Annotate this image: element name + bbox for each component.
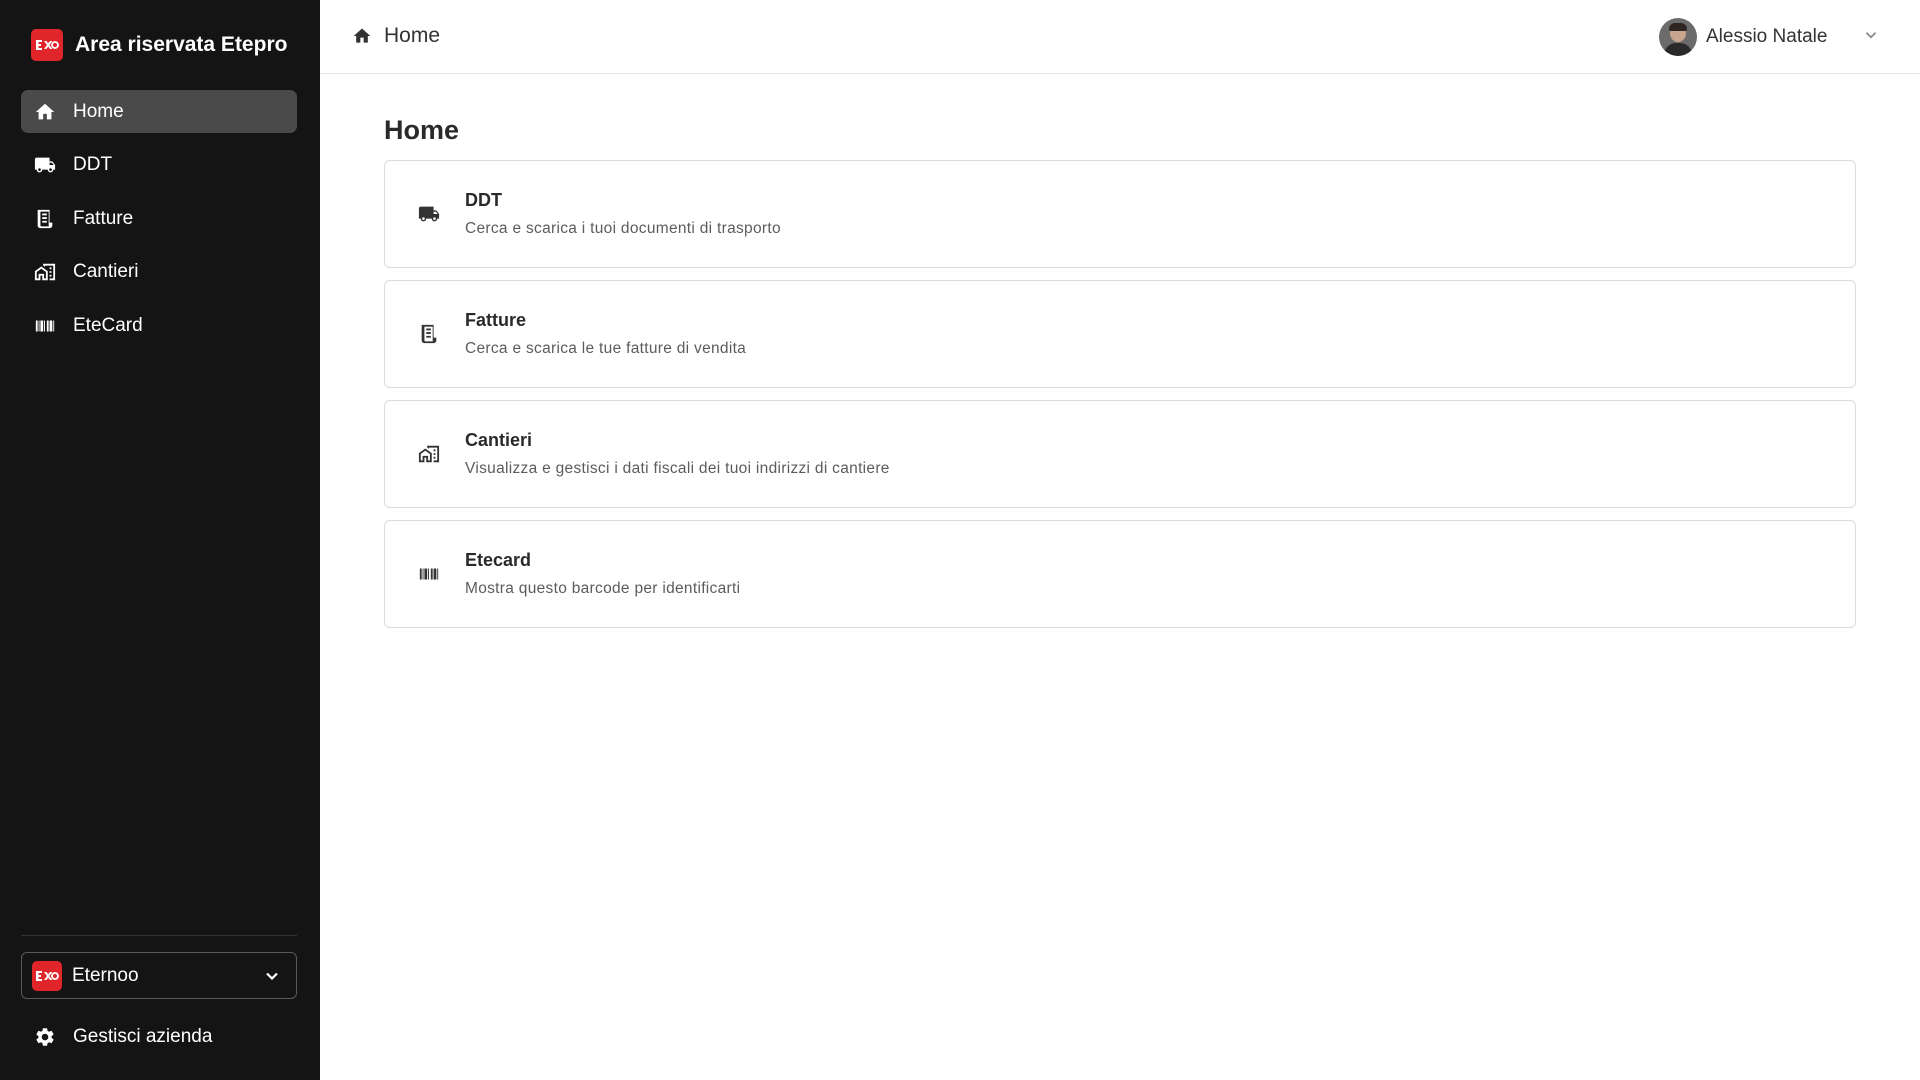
- card-text: DDT Cerca e scarica i tuoi documenti di …: [465, 190, 781, 238]
- sidebar-item-label: Home: [73, 100, 124, 122]
- etepro-logo: [31, 29, 63, 61]
- sidebar-item-home[interactable]: Home: [21, 90, 297, 133]
- chevron-down-icon: [262, 966, 282, 986]
- card-title: Etecard: [465, 550, 532, 570]
- truck-icon: [33, 153, 57, 177]
- sidebar-item-label: Cantieri: [73, 261, 139, 282]
- chevron-down-icon: [1862, 26, 1880, 49]
- card-description: Cerca e scarica le tue fatture di vendit…: [465, 340, 747, 357]
- sidebar-item-fatture[interactable]: Fatture: [21, 197, 297, 240]
- card-text: Fatture Cerca e scarica le tue fatture d…: [465, 310, 746, 358]
- card-title: Cantieri: [465, 430, 533, 450]
- sidebar: Area riservata Etepro Home DDT Fatture C…: [0, 0, 320, 1080]
- card-text: Cantieri Visualizza e gestisci i dati fi…: [465, 430, 890, 478]
- card-fatture[interactable]: Fatture Cerca e scarica le tue fatture d…: [384, 280, 1856, 388]
- sidebar-nav: Home DDT Fatture Cantieri EteCard: [21, 90, 297, 358]
- card-list: DDT Cerca e scarica i tuoi documenti di …: [384, 160, 1856, 628]
- company-logo: [32, 960, 62, 991]
- card-cantieri[interactable]: Cantieri Visualizza e gestisci i dati fi…: [384, 400, 1856, 508]
- app-title: Area riservata Etepro: [75, 33, 288, 56]
- receipt-icon: [417, 322, 441, 346]
- sidebar-item-label: DDT: [73, 154, 113, 175]
- brand[interactable]: Area riservata Etepro: [31, 29, 287, 61]
- gear-icon: [33, 1025, 57, 1049]
- page-title: Home: [384, 115, 460, 145]
- card-description: Visualizza e gestisci i dati fiscali dei…: [465, 460, 890, 477]
- manage-company-button[interactable]: Gestisci azienda: [21, 1015, 297, 1058]
- buildings-icon: [33, 260, 57, 284]
- sidebar-item-label: EteCard: [73, 314, 143, 336]
- user-name: Alessio Natale: [1706, 26, 1828, 47]
- card-title: Fatture: [465, 310, 527, 330]
- card-ddt[interactable]: DDT Cerca e scarica i tuoi documenti di …: [384, 160, 1856, 268]
- company-name: Eternoo: [72, 964, 139, 986]
- user-menu[interactable]: Alessio Natale: [1659, 17, 1880, 57]
- sidebar-item-cantieri[interactable]: Cantieri: [21, 251, 297, 294]
- card-title: DDT: [465, 190, 502, 210]
- card-description: Mostra questo barcode per identificarti: [465, 580, 741, 597]
- home-icon: [353, 28, 371, 43]
- sidebar-item-ddt[interactable]: DDT: [21, 144, 297, 187]
- card-description: Cerca e scarica i tuoi documenti di tras…: [465, 220, 781, 237]
- manage-company-label: Gestisci azienda: [73, 1025, 213, 1047]
- company-select[interactable]: Eternoo: [21, 952, 297, 999]
- main-content: Home DDT Cerca e scarica i tuoi document…: [384, 74, 1856, 640]
- truck-icon: [417, 202, 441, 226]
- card-text: Etecard Mostra questo barcode per identi…: [465, 550, 740, 598]
- home-icon: [33, 100, 57, 124]
- sidebar-item-label: Fatture: [73, 207, 134, 229]
- avatar: [1659, 18, 1697, 56]
- topbar: Home Alessio Natale: [320, 0, 1920, 74]
- buildings-icon: [417, 442, 441, 466]
- receipt-icon: [33, 207, 57, 231]
- sidebar-divider: [21, 935, 297, 936]
- breadcrumb-label: Home: [384, 24, 441, 47]
- breadcrumb[interactable]: Home: [352, 24, 440, 48]
- card-etecard[interactable]: Etecard Mostra questo barcode per identi…: [384, 520, 1856, 628]
- barcode-icon: [417, 562, 441, 586]
- sidebar-item-etecard[interactable]: EteCard: [21, 304, 297, 347]
- barcode-icon: [33, 314, 57, 338]
